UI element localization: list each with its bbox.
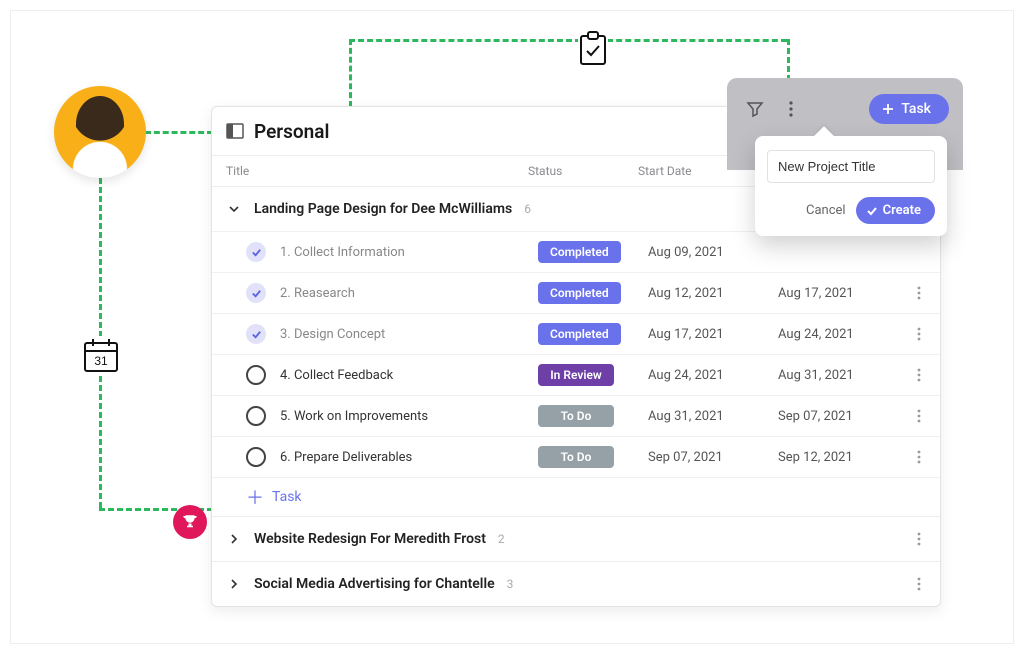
- cancel-button[interactable]: Cancel: [806, 203, 846, 218]
- task-row[interactable]: 2. ReasearchCompleted Aug 12, 2021Aug 17,…: [212, 272, 940, 313]
- kebab-icon[interactable]: [908, 528, 930, 550]
- task-row[interactable]: 3. Design ConceptCompleted Aug 17, 2021Au…: [212, 313, 940, 354]
- create-label: Create: [883, 203, 921, 218]
- due-date: Aug 24, 2021: [778, 327, 908, 342]
- task-row[interactable]: 6. Prepare DeliverablesTo Do Sep 07, 2021…: [212, 436, 940, 477]
- chevron-right-icon[interactable]: [222, 572, 246, 596]
- plus-icon: [881, 102, 895, 116]
- group-name: Social Media Advertising for Chantelle: [254, 576, 495, 592]
- kebab-icon[interactable]: [908, 573, 930, 595]
- new-task-label: Task: [901, 101, 931, 117]
- popover-actions: Cancel Create: [767, 197, 935, 224]
- status-badge: Completed: [538, 282, 621, 304]
- canvas: 31 Personal View Type: [10, 10, 1014, 644]
- task-name: 5. Work on Improvements: [280, 409, 538, 424]
- check-done-icon[interactable]: [246, 242, 266, 262]
- connector: [787, 39, 790, 81]
- due-date: Sep 07, 2021: [778, 409, 908, 424]
- connector: [349, 39, 352, 107]
- trophy-badge: [173, 505, 207, 539]
- task-name: 3. Design Concept: [280, 327, 538, 342]
- task-list: 1. Collect InformationCompletedAug 09, 2…: [212, 231, 940, 477]
- kebab-icon[interactable]: [777, 95, 805, 123]
- plus-icon: ＋: [246, 488, 264, 506]
- status-badge: Completed: [538, 241, 621, 263]
- chevron-down-icon[interactable]: [222, 197, 246, 221]
- connector: [349, 39, 581, 42]
- clipboard-icon: [578, 31, 608, 67]
- chevron-right-icon[interactable]: [222, 527, 246, 551]
- page-title: Personal: [254, 120, 781, 143]
- filter-icon[interactable]: [741, 95, 769, 123]
- group-name: Landing Page Design for Dee McWilliams: [254, 201, 512, 217]
- connector: [607, 39, 787, 42]
- due-date: Aug 17, 2021: [778, 286, 908, 301]
- calendar-day: 31: [94, 354, 108, 368]
- kebab-icon[interactable]: [908, 446, 930, 468]
- group-row[interactable]: Website Redesign For Meredith Frost 2: [212, 516, 940, 561]
- kebab-icon[interactable]: [908, 405, 930, 427]
- start-date: Aug 31, 2021: [648, 409, 778, 424]
- start-date: Aug 24, 2021: [648, 368, 778, 383]
- status-badge: To Do: [538, 446, 614, 468]
- group-name: Website Redesign For Meredith Frost: [254, 531, 486, 547]
- panel-toggle-icon[interactable]: [226, 122, 244, 140]
- check-done-icon[interactable]: [246, 324, 266, 344]
- kebab-icon[interactable]: [908, 241, 930, 263]
- status-badge: Completed: [538, 323, 621, 345]
- col-status: Status: [528, 164, 638, 178]
- group-count: 6: [524, 202, 531, 216]
- task-name: 2. Reasearch: [280, 286, 538, 301]
- start-date: Sep 07, 2021: [648, 450, 778, 465]
- group-count: 2: [498, 532, 505, 546]
- group-count: 3: [507, 577, 514, 591]
- task-row[interactable]: 4. Collect FeedbackIn Review Aug 24, 2021…: [212, 354, 940, 395]
- connector: [145, 131, 213, 134]
- calendar-icon: 31: [82, 336, 120, 374]
- new-project-card: Cancel Create: [755, 136, 947, 236]
- user-avatar: [54, 86, 146, 178]
- start-date: Aug 12, 2021: [648, 286, 778, 301]
- group-row[interactable]: Social Media Advertising for Chantelle 3: [212, 561, 940, 606]
- task-name: 6. Prepare Deliverables: [280, 450, 538, 465]
- col-title: Title: [226, 164, 528, 178]
- add-task-label: Task: [272, 489, 302, 505]
- due-date: Sep 12, 2021: [778, 450, 908, 465]
- kebab-icon[interactable]: [908, 323, 930, 345]
- status-badge: In Review: [538, 364, 614, 386]
- start-date: Aug 17, 2021: [648, 327, 778, 342]
- project-title-input[interactable]: [767, 150, 935, 183]
- status-badge: To Do: [538, 405, 614, 427]
- task-name: 4. Collect Feedback: [280, 368, 538, 383]
- check-done-icon[interactable]: [246, 283, 266, 303]
- start-date: Aug 09, 2021: [648, 245, 778, 260]
- check-open-icon[interactable]: [246, 447, 266, 467]
- kebab-icon[interactable]: [908, 282, 930, 304]
- task-name: 1. Collect Information: [280, 245, 538, 260]
- create-button[interactable]: Create: [856, 197, 935, 224]
- check-open-icon[interactable]: [246, 365, 266, 385]
- new-task-popover: Task Cancel Create: [727, 78, 963, 170]
- check-icon: [866, 205, 878, 217]
- task-row[interactable]: 1. Collect InformationCompleted Aug 09, 2…: [212, 231, 940, 272]
- check-open-icon[interactable]: [246, 406, 266, 426]
- task-row[interactable]: 5. Work on ImprovementsTo Do Aug 31, 2021…: [212, 395, 940, 436]
- due-date: Aug 31, 2021: [778, 368, 908, 383]
- kebab-icon[interactable]: [908, 364, 930, 386]
- new-task-button[interactable]: Task: [869, 94, 949, 124]
- add-task-button[interactable]: ＋ Task: [212, 477, 940, 516]
